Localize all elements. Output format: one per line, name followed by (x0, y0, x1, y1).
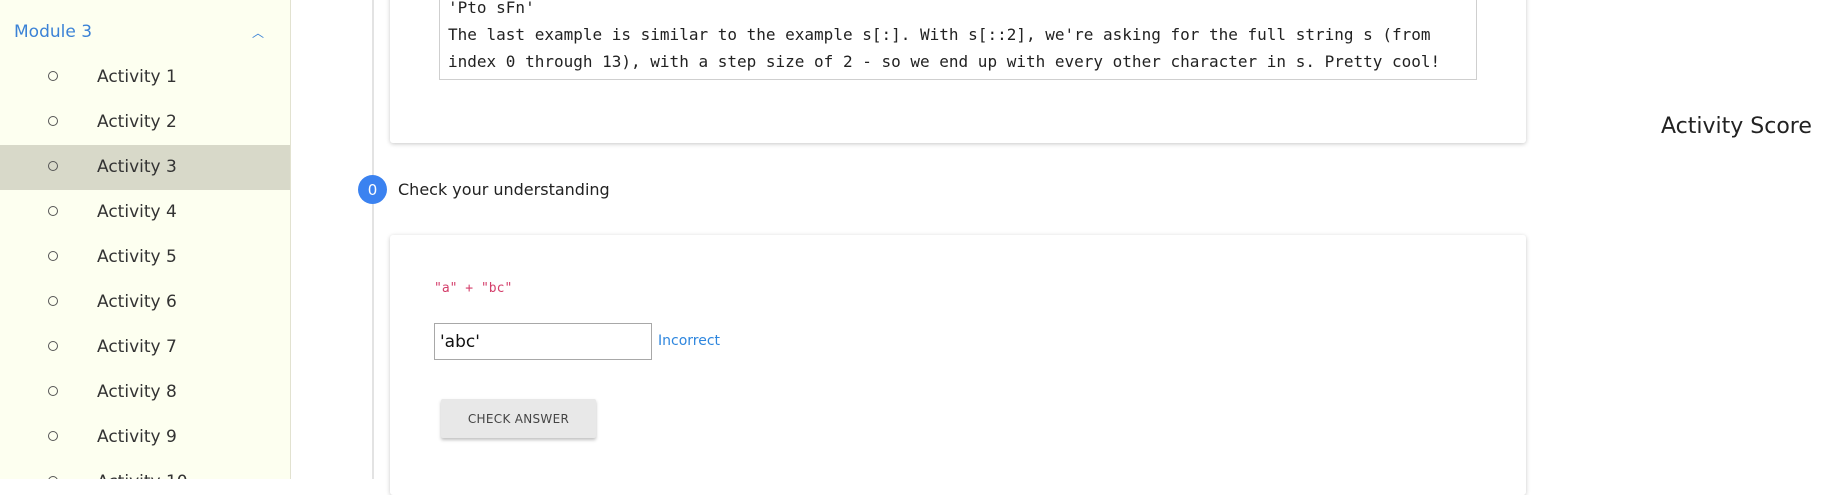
sidebar: Module 3 ︿ Activity 1 Activity 2 Activity … (0, 0, 291, 479)
radio-circle-icon (48, 341, 58, 351)
sidebar-item-label: Activity 2 (97, 112, 177, 132)
radio-circle-icon (48, 161, 58, 171)
timeline-line (372, 0, 374, 479)
sidebar-item-label: Activity 4 (97, 202, 177, 222)
question-expression: "a" + "bc" (434, 281, 513, 296)
step-title: Check your understanding (398, 180, 610, 199)
check-answer-button[interactable]: CHECK ANSWER (441, 399, 596, 438)
output-line: 'Pto sFn' (448, 0, 535, 17)
sidebar-item-label: Activity 10 (97, 472, 188, 479)
sidebar-item-label: Activity 3 (97, 157, 177, 177)
sidebar-item-label: Activity 8 (97, 382, 177, 402)
sidebar-item-label: Activity 7 (97, 337, 177, 357)
activity-list: Activity 1 Activity 2 Activity 3 Activity 4… (0, 55, 290, 479)
sidebar-item-activity[interactable]: Activity 4 (0, 190, 290, 235)
sidebar-item-label: Activity 5 (97, 247, 177, 267)
sidebar-item-activity[interactable]: Activity 1 (0, 55, 290, 100)
output-line: index 0 through 13), with a step size of… (448, 52, 1441, 71)
answer-input[interactable] (434, 323, 652, 360)
radio-circle-icon (48, 386, 58, 396)
sidebar-item-activity[interactable]: Activity 5 (0, 235, 290, 280)
radio-circle-icon (48, 116, 58, 126)
radio-circle-icon (48, 251, 58, 261)
sidebar-item-activity[interactable]: Activity 6 (0, 280, 290, 325)
module-title: Module 3 (14, 22, 93, 42)
result-status: Incorrect (658, 333, 721, 349)
sidebar-item-label: Activity 6 (97, 292, 177, 312)
sidebar-item-activity[interactable]: Activity 8 (0, 370, 290, 415)
radio-circle-icon (48, 71, 58, 81)
step-number-badge: 0 (358, 175, 387, 204)
sidebar-item-activity[interactable]: Activity 10 (0, 460, 290, 479)
activity-score-label: Activity Score (1661, 114, 1812, 139)
sidebar-item-activity[interactable]: Activity 3 (0, 145, 290, 190)
sidebar-item-activity[interactable]: Activity 2 (0, 100, 290, 145)
radio-circle-icon (48, 296, 58, 306)
explanation-card: 'Pto sFn' The last example is similar to… (390, 0, 1526, 143)
output-line: The last example is similar to the examp… (448, 25, 1431, 44)
sidebar-item-label: Activity 9 (97, 427, 177, 447)
radio-circle-icon (48, 431, 58, 441)
code-output: 'Pto sFn' The last example is similar to… (439, 0, 1477, 80)
sidebar-item-activity[interactable]: Activity 7 (0, 325, 290, 370)
chevron-up-icon: ︿ (251, 25, 264, 40)
sidebar-item-label: Activity 1 (97, 67, 177, 87)
module-3-toggle[interactable]: Module 3 ︿ (14, 20, 270, 44)
radio-circle-icon (48, 206, 58, 216)
question-card: "a" + "bc" Incorrect CHECK ANSWER (390, 235, 1526, 495)
sidebar-item-activity[interactable]: Activity 9 (0, 415, 290, 460)
